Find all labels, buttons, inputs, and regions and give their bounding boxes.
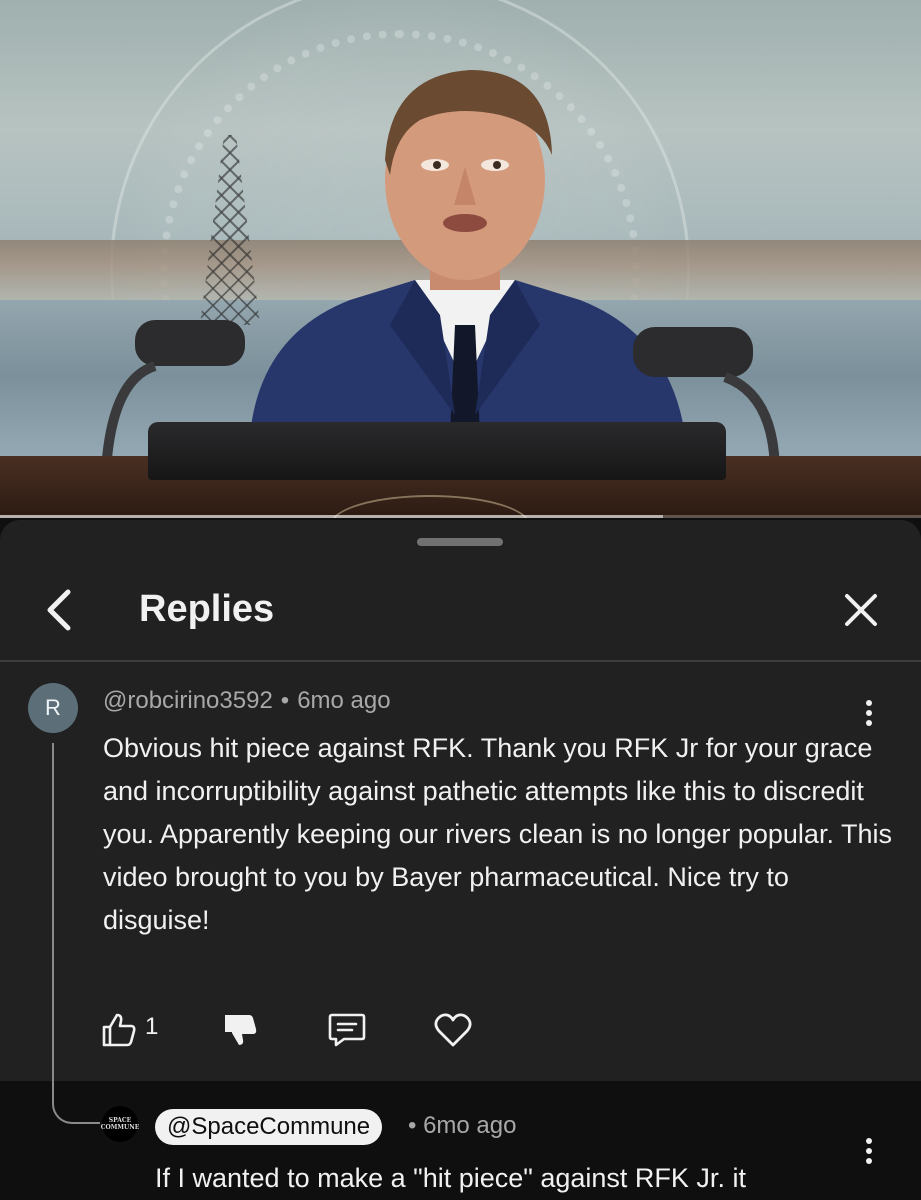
comment-time: 6mo ago bbox=[297, 687, 391, 714]
sheet-header: Replies bbox=[0, 560, 921, 662]
like-count: 1 bbox=[145, 1013, 159, 1040]
replies-sheet: Replies R @robcirino3592 • 6mo ago Obvious… bbox=[0, 520, 921, 1200]
avatar-label: SPACE COMMUNE bbox=[100, 1117, 140, 1131]
meta-separator: • bbox=[408, 1112, 417, 1139]
thumbs-down-icon bbox=[225, 1015, 257, 1045]
sheet-title: Replies bbox=[139, 588, 275, 630]
video-player[interactable] bbox=[0, 0, 921, 518]
close-button[interactable] bbox=[836, 585, 886, 635]
dislike-button[interactable] bbox=[222, 1008, 258, 1052]
reply-text: If I wanted to make a "hit piece" agains… bbox=[155, 1163, 746, 1193]
reply-author-chip[interactable]: @SpaceCommune bbox=[155, 1109, 383, 1145]
more-vert-dot bbox=[866, 720, 872, 726]
speaker-figure bbox=[250, 70, 685, 450]
like-button[interactable] bbox=[101, 1008, 137, 1052]
comment-author[interactable]: @robcirino3592 bbox=[103, 687, 273, 714]
video-progress-bar[interactable] bbox=[0, 515, 921, 518]
more-vert-dot bbox=[866, 1148, 872, 1154]
podium-top bbox=[148, 422, 726, 480]
heart-button[interactable] bbox=[433, 1008, 473, 1052]
reply-comment: SPACE COMMUNE @SpaceCommune • 6mo ago If… bbox=[0, 1081, 921, 1200]
drag-handle[interactable] bbox=[417, 538, 503, 546]
comment-actions: 1 bbox=[0, 1008, 921, 1058]
reply-meta: • 6mo ago bbox=[408, 1112, 516, 1140]
chevron-left-icon bbox=[47, 589, 71, 631]
comment-text: Obvious hit piece against RFK. Thank you… bbox=[103, 733, 892, 935]
comment-meta: @robcirino3592 • 6mo ago bbox=[103, 687, 391, 715]
video-progress-fill bbox=[0, 515, 664, 518]
thumbs-up-icon bbox=[102, 1013, 136, 1047]
more-vert-dot bbox=[866, 710, 872, 716]
meta-separator: • bbox=[280, 687, 290, 714]
close-icon bbox=[845, 594, 877, 626]
reply-time: 6mo ago bbox=[423, 1112, 517, 1139]
comment: R @robcirino3592 • 6mo ago Obvious hit pie… bbox=[0, 663, 921, 1103]
avatar[interactable]: SPACE COMMUNE bbox=[100, 1106, 140, 1142]
more-vert-icon bbox=[866, 700, 872, 706]
back-button[interactable] bbox=[34, 585, 84, 635]
reply-button[interactable] bbox=[328, 1008, 366, 1052]
avatar[interactable]: R bbox=[28, 683, 78, 733]
heart-icon bbox=[434, 1013, 472, 1047]
comment-icon bbox=[328, 1013, 366, 1047]
more-vert-icon bbox=[866, 1138, 872, 1144]
thread-connector bbox=[52, 1081, 100, 1124]
more-vert-dot bbox=[866, 1158, 872, 1164]
reply-menu-button[interactable] bbox=[852, 1131, 886, 1171]
